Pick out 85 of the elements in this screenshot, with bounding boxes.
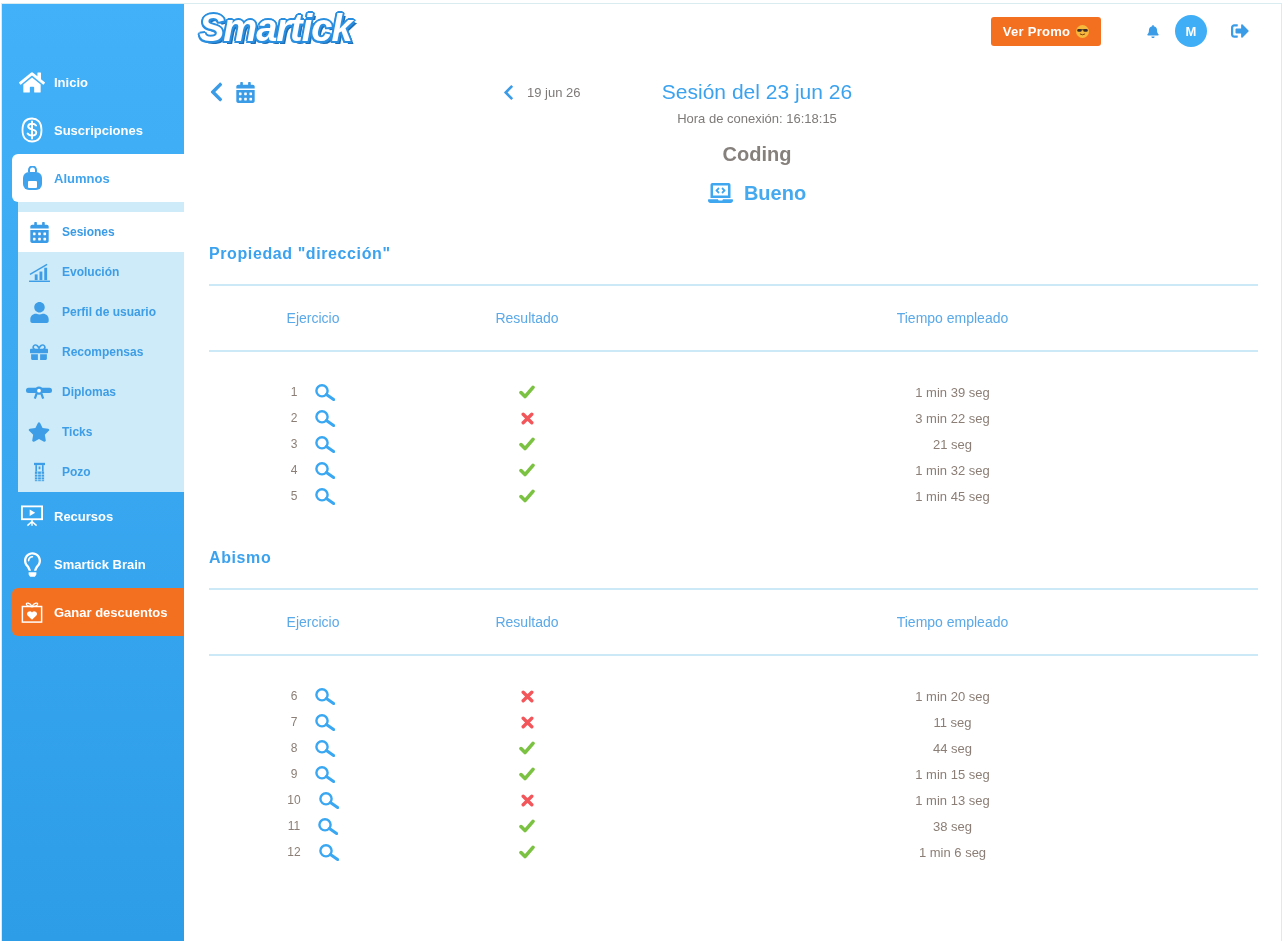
exercise-number: 12 bbox=[287, 845, 301, 859]
magnifier-icon[interactable] bbox=[318, 843, 339, 861]
column-header: Tiempo empleado bbox=[896, 614, 1009, 630]
promo-button[interactable]: Ver Promo bbox=[991, 16, 1101, 46]
diploma-icon bbox=[26, 385, 52, 399]
person-icon bbox=[29, 301, 49, 323]
laptop-code-icon bbox=[707, 183, 733, 203]
time-text: 1 min 20 seg bbox=[915, 688, 990, 704]
calendar-icon[interactable] bbox=[236, 81, 255, 103]
nav-item[interactable]: Smartick Brain bbox=[2, 540, 184, 588]
time-text: 1 min 13 seg bbox=[915, 792, 990, 808]
time-text: 11 seg bbox=[933, 714, 972, 730]
exercise-number: 9 bbox=[290, 767, 298, 781]
magnifier-icon[interactable] bbox=[315, 687, 336, 705]
calendar-icon bbox=[29, 221, 49, 243]
exercise-number: 4 bbox=[290, 463, 298, 477]
time-text: 1 min 39 seg bbox=[915, 384, 990, 400]
presentation-screen-icon bbox=[21, 505, 43, 527]
lightbulb-icon bbox=[23, 551, 41, 577]
dollar-circle-icon bbox=[21, 117, 43, 143]
time-text: 1 min 32 seg bbox=[915, 462, 990, 478]
nav-item[interactable]: Alumnos bbox=[12, 154, 184, 202]
exercise-number: 11 bbox=[287, 819, 301, 833]
gift-heart-icon bbox=[21, 601, 43, 623]
magnifier-icon[interactable] bbox=[315, 461, 336, 479]
exercise-number: 8 bbox=[290, 741, 298, 755]
logo[interactable]: Smartick bbox=[195, 8, 356, 48]
well-icon bbox=[33, 462, 45, 482]
submenu-item[interactable]: Evolución bbox=[18, 252, 184, 292]
submenu-item[interactable]: Recompensas bbox=[18, 332, 184, 372]
column-header: Resultado bbox=[495, 310, 559, 326]
time-text: 1 min 45 seg bbox=[915, 488, 990, 504]
gift-icon bbox=[30, 343, 48, 361]
column-header: Tiempo empleado bbox=[896, 310, 1009, 326]
bar-chart-icon bbox=[28, 262, 50, 282]
nav-item[interactable]: Ganar descuentos bbox=[12, 588, 184, 636]
time-text: 38 seg bbox=[932, 818, 972, 834]
back-chevron-icon[interactable] bbox=[209, 81, 224, 103]
logout-icon[interactable] bbox=[1231, 22, 1249, 40]
submenu-item[interactable]: Pozo bbox=[18, 452, 184, 492]
previous-session-link[interactable]: 19 jun 26 bbox=[499, 80, 582, 104]
section-title: Abismo bbox=[209, 548, 273, 568]
magnifier-icon[interactable] bbox=[315, 409, 336, 427]
sunglasses-emoji-icon bbox=[1076, 24, 1090, 38]
home-icon bbox=[19, 69, 45, 95]
magnifier-icon[interactable] bbox=[315, 713, 336, 731]
rating-text: Bueno bbox=[743, 181, 807, 205]
section-title: Propiedad "dirección" bbox=[209, 244, 392, 264]
avatar-button[interactable]: M bbox=[1175, 15, 1207, 47]
magnifier-icon[interactable] bbox=[315, 765, 336, 783]
exercise-number: 6 bbox=[290, 689, 298, 703]
column-header: Resultado bbox=[495, 614, 559, 630]
submenu-item[interactable]: Sesiones bbox=[18, 212, 184, 252]
session-title: Sesión del 23 jun 26 bbox=[661, 80, 853, 104]
nav-item[interactable]: Inicio bbox=[2, 58, 184, 106]
magnifier-icon[interactable] bbox=[318, 791, 339, 809]
star-icon bbox=[28, 422, 50, 442]
backpack-icon bbox=[22, 166, 42, 190]
exercise-number: 1 bbox=[290, 385, 298, 399]
magnifier-icon[interactable] bbox=[315, 435, 336, 453]
magnifier-icon[interactable] bbox=[315, 383, 336, 401]
time-text: 3 min 22 seg bbox=[915, 410, 990, 426]
time-text: 44 seg bbox=[932, 740, 972, 756]
exercise-number: 2 bbox=[290, 411, 298, 425]
chevron-left-icon bbox=[503, 83, 514, 101]
nav-item[interactable]: Recursos bbox=[2, 492, 184, 540]
submenu-item[interactable]: Ticks bbox=[18, 412, 184, 452]
magnifier-icon[interactable] bbox=[315, 739, 336, 757]
submenu-item[interactable]: Perfil de usuario bbox=[18, 292, 184, 332]
column-header: Ejercicio bbox=[286, 614, 340, 630]
exercise-number: 7 bbox=[290, 715, 298, 729]
magnifier-icon[interactable] bbox=[315, 487, 336, 505]
nav-item[interactable]: Suscripciones bbox=[2, 106, 184, 154]
submenu-item[interactable]: Diplomas bbox=[18, 372, 184, 412]
exercise-number: 5 bbox=[290, 489, 298, 503]
exercise-number: 3 bbox=[290, 437, 298, 451]
subject-title: Coding bbox=[722, 142, 792, 166]
exercise-number: 10 bbox=[287, 793, 301, 807]
magnifier-icon[interactable] bbox=[318, 817, 339, 835]
time-text: 21 seg bbox=[932, 436, 972, 452]
time-text: 1 min 6 seg bbox=[918, 844, 987, 860]
connection-time: Hora de conexión: 16:18:15 bbox=[677, 111, 837, 127]
column-header: Ejercicio bbox=[286, 310, 340, 326]
time-text: 1 min 15 seg bbox=[915, 766, 990, 782]
notifications-bell-icon[interactable] bbox=[1147, 24, 1159, 38]
